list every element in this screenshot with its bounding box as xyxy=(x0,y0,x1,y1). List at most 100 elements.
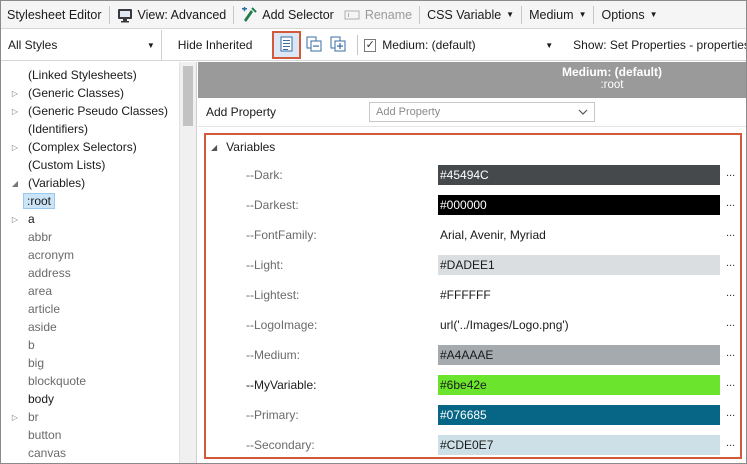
variable-more-button[interactable]: ... xyxy=(726,227,735,239)
tree-item-label: canvas xyxy=(28,446,67,460)
tree-item[interactable]: ▷ (Generic Pseudo Classes) xyxy=(1,102,179,120)
tree-item-label: button xyxy=(28,428,62,442)
medium-dropdown[interactable]: Medium: (default) ▼ xyxy=(382,38,561,52)
variable-value-field[interactable]: #CDE0E7 xyxy=(438,435,720,455)
tree-item-label: blockquote xyxy=(28,374,87,388)
variable-row: --Lightest: #FFFFFF... xyxy=(206,285,740,305)
variable-more-button[interactable]: ... xyxy=(726,257,735,269)
expand-all-button[interactable] xyxy=(327,33,349,57)
view-menu-label: View: Advanced xyxy=(137,7,227,22)
variable-value-field[interactable]: #A4AAAE xyxy=(438,345,720,365)
medium-menu[interactable]: Medium ▼ xyxy=(524,1,591,28)
tree-item[interactable]: ▷ br xyxy=(1,408,179,426)
collapsed-arrow-icon[interactable]: ▷ xyxy=(8,215,22,224)
medium-checkbox[interactable]: ✓ xyxy=(364,38,377,52)
variable-more-button[interactable]: ... xyxy=(726,347,735,359)
variable-more-button[interactable]: ... xyxy=(726,287,735,299)
tree-item[interactable]: ▷ (Complex Selectors) xyxy=(1,138,179,156)
variable-name: --Lightest: xyxy=(246,288,300,302)
tree-item[interactable]: ◢ (Variables) xyxy=(1,174,179,192)
tree-item[interactable]: address xyxy=(1,264,179,282)
variable-value-field[interactable]: Arial, Avenir, Myriad xyxy=(438,225,720,245)
variable-name: --Dark: xyxy=(246,168,283,182)
tree-item-label: area xyxy=(28,284,53,298)
show-filter-dropdown[interactable]: Show: Set Properties - properties s xyxy=(561,38,746,52)
tree-item[interactable]: (Custom Lists) xyxy=(1,156,179,174)
panel-header: Medium: (default) :root xyxy=(198,62,746,98)
view-menu-button[interactable]: View: Advanced xyxy=(112,1,232,28)
variable-row: --MyVariable: #6be42e... xyxy=(206,375,740,395)
variable-name: --FontFamily: xyxy=(246,228,317,242)
variables-group-header[interactable]: ◢ Variables xyxy=(211,140,275,154)
tree-item[interactable]: area xyxy=(1,282,179,300)
tree-item[interactable]: (Linked Stylesheets) xyxy=(1,66,179,84)
add-selector-button[interactable]: Add Selector xyxy=(236,1,339,28)
collapsed-arrow-icon[interactable]: ▷ xyxy=(8,413,22,422)
caret-down-icon: ▼ xyxy=(649,10,658,19)
hide-inherited-button[interactable]: Hide Inherited xyxy=(162,38,263,52)
variable-value-field[interactable]: #6be42e xyxy=(438,375,720,395)
filter-toolbar: All Styles ▼ Hide Inherited ✓ Medium: (d… xyxy=(1,30,746,61)
tree-item[interactable]: (Identifiers) xyxy=(1,120,179,138)
add-property-placeholder: Add Property xyxy=(376,106,441,118)
tree-item[interactable]: abbr xyxy=(1,228,179,246)
tree-item[interactable]: blockquote xyxy=(1,372,179,390)
variable-more-button[interactable]: ... xyxy=(726,437,735,449)
variable-more-button[interactable]: ... xyxy=(726,407,735,419)
variable-value-field[interactable]: #FFFFFF xyxy=(438,285,720,305)
add-property-dropdown[interactable]: Add Property xyxy=(369,102,595,122)
variable-more-button[interactable]: ... xyxy=(726,377,735,389)
css-variable-menu[interactable]: CSS Variable ▼ xyxy=(422,1,519,28)
toolbar-separator xyxy=(233,5,235,24)
tree-item[interactable]: body xyxy=(1,390,179,408)
tree-item-label: (Variables) xyxy=(28,176,86,190)
options-menu[interactable]: Options ▼ xyxy=(596,1,662,28)
variable-value-field[interactable]: url('../Images/Logo.png') xyxy=(438,315,720,335)
variables-group-label: Variables xyxy=(226,140,276,154)
tree-item[interactable]: aside xyxy=(1,318,179,336)
variable-row: --LogoImage: url('../Images/Logo.png')... xyxy=(206,315,740,335)
main-toolbar: Stylesheet Editor View: Advanced Add Sel… xyxy=(1,1,746,29)
tree-scrollbar-thumb[interactable] xyxy=(183,66,193,126)
variable-more-button[interactable]: ... xyxy=(726,317,735,329)
collapsed-arrow-icon[interactable]: ▷ xyxy=(8,89,22,98)
collapsed-arrow-icon[interactable]: ▷ xyxy=(8,143,22,152)
collapse-all-button[interactable] xyxy=(303,33,325,57)
add-selector-icon xyxy=(241,5,257,23)
medium-menu-label: Medium xyxy=(529,7,574,22)
variable-value-field[interactable]: #000000 xyxy=(438,195,720,215)
tree-item[interactable]: canvas xyxy=(1,444,179,462)
tree-item[interactable]: :root xyxy=(1,192,179,210)
stylesheet-editor-window: Stylesheet Editor View: Advanced Add Sel… xyxy=(0,0,747,464)
tree-item[interactable]: b xyxy=(1,336,179,354)
variable-value-field[interactable]: #DADEE1 xyxy=(438,255,720,275)
tree-item[interactable]: ▷ a xyxy=(1,210,179,228)
variable-value-field[interactable]: #076685 xyxy=(438,405,720,425)
variable-name: --Light: xyxy=(246,258,284,272)
variable-row: --FontFamily: Arial, Avenir, Myriad... xyxy=(206,225,740,245)
styles-filter-dropdown[interactable]: All Styles ▼ xyxy=(1,30,162,60)
tree-item-label: aside xyxy=(28,320,57,334)
tree-item[interactable]: ▷ (Generic Classes) xyxy=(1,84,179,102)
collapsed-arrow-icon[interactable]: ▷ xyxy=(8,107,22,116)
expand-icon xyxy=(330,36,346,55)
set-properties-view-button[interactable] xyxy=(272,31,301,59)
tree-item-label: (Generic Pseudo Classes) xyxy=(28,104,169,118)
tree-item-label: address xyxy=(28,266,71,280)
tree-scrollbar[interactable] xyxy=(179,62,196,463)
tree-item[interactable]: button xyxy=(1,426,179,444)
tree-item[interactable]: big xyxy=(1,354,179,372)
tree-item[interactable]: article xyxy=(1,300,179,318)
selector-tree: (Linked Stylesheets) ▷ (Generic Classes) ▷ (… xyxy=(1,62,197,463)
variable-more-button[interactable]: ... xyxy=(726,197,735,209)
variable-value-field[interactable]: #45494C xyxy=(438,165,720,185)
add-selector-label: Add Selector xyxy=(262,7,334,22)
toolbar-separator xyxy=(357,35,359,55)
expanded-arrow-icon[interactable]: ◢ xyxy=(8,179,22,188)
panel-header-selector: :root xyxy=(600,79,624,91)
rename-button[interactable]: Rename xyxy=(339,1,417,28)
tree-item-label: acronym xyxy=(28,248,75,262)
tree-item[interactable]: acronym xyxy=(1,246,179,264)
variable-more-button[interactable]: ... xyxy=(726,167,735,179)
options-menu-label: Options xyxy=(601,7,645,22)
